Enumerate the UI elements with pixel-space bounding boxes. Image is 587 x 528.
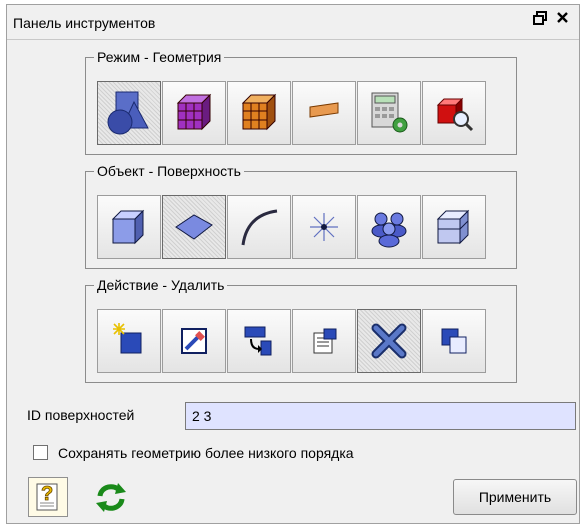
- group-icon: [371, 212, 407, 248]
- toolbar-panel: Панель инструментов Режим - Геометрия Об…: [6, 4, 580, 524]
- tool-geometry-mode[interactable]: [97, 81, 161, 145]
- group-mode: Режим - Геометрия: [85, 48, 517, 155]
- surface-icon: [175, 214, 213, 240]
- tool-body[interactable]: [422, 195, 486, 259]
- keep-low-order-checkbox[interactable]: [33, 445, 48, 460]
- tool-group[interactable]: [357, 195, 421, 259]
- tool-bar[interactable]: [292, 81, 356, 145]
- bar-icon: [309, 102, 339, 118]
- surface-id-label: ID поверхностей: [27, 407, 135, 423]
- transform-icon: [244, 326, 272, 356]
- help-icon: ?: [36, 483, 58, 511]
- tool-zoom-solid[interactable]: [422, 81, 486, 145]
- group-action-label: Действие - Удалить: [94, 276, 228, 294]
- help-button[interactable]: ?: [28, 477, 68, 517]
- apply-button[interactable]: Применить: [453, 479, 577, 515]
- hex-block-icon: [241, 93, 277, 131]
- group-mode-label: Режим - Геометрия: [94, 48, 225, 66]
- refresh-icon: [96, 483, 126, 512]
- refresh-button[interactable]: [93, 479, 129, 515]
- tool-hex-block[interactable]: [227, 81, 291, 145]
- tool-delete[interactable]: [357, 309, 421, 373]
- close-icon[interactable]: [556, 11, 569, 28]
- group-action: Действие - Удалить: [85, 276, 517, 383]
- tool-mesh-mode[interactable]: [162, 81, 226, 145]
- tool-surface[interactable]: [162, 195, 226, 259]
- tool-calculator-settings[interactable]: [357, 81, 421, 145]
- properties-icon: [313, 328, 337, 354]
- tool-curve[interactable]: [227, 195, 291, 259]
- mesh-mode-icon: [176, 93, 212, 131]
- modify-icon: [181, 328, 207, 354]
- float-icon[interactable]: [533, 11, 547, 29]
- tool-create[interactable]: [97, 309, 161, 373]
- tool-transform[interactable]: [227, 309, 291, 373]
- zoom-solid-icon: [436, 97, 474, 132]
- tool-modify[interactable]: [162, 309, 226, 373]
- keep-low-order-label: Сохранять геометрию более низкого порядк…: [58, 445, 354, 461]
- surface-id-input[interactable]: [185, 402, 576, 430]
- panel-title: Панель инструментов: [13, 15, 156, 31]
- copy-icon: [441, 328, 467, 354]
- group-object-label: Объект - Поверхность: [94, 162, 244, 180]
- tool-copy[interactable]: [422, 309, 486, 373]
- create-icon: [113, 323, 142, 354]
- delete-icon: [371, 323, 407, 359]
- curve-icon: [241, 209, 278, 246]
- calculator-settings-icon: [371, 92, 408, 133]
- group-object: Объект - Поверхность: [85, 162, 517, 269]
- body-icon: [436, 209, 470, 245]
- geometry-mode-icon: [107, 91, 149, 135]
- vertex-icon: [310, 213, 338, 241]
- tool-volume[interactable]: [97, 195, 161, 259]
- svg-text:?: ?: [41, 483, 53, 505]
- tool-properties[interactable]: [292, 309, 356, 373]
- volume-icon: [111, 209, 145, 245]
- tool-vertex[interactable]: [292, 195, 356, 259]
- title-bar: Панель инструментов: [7, 5, 579, 40]
